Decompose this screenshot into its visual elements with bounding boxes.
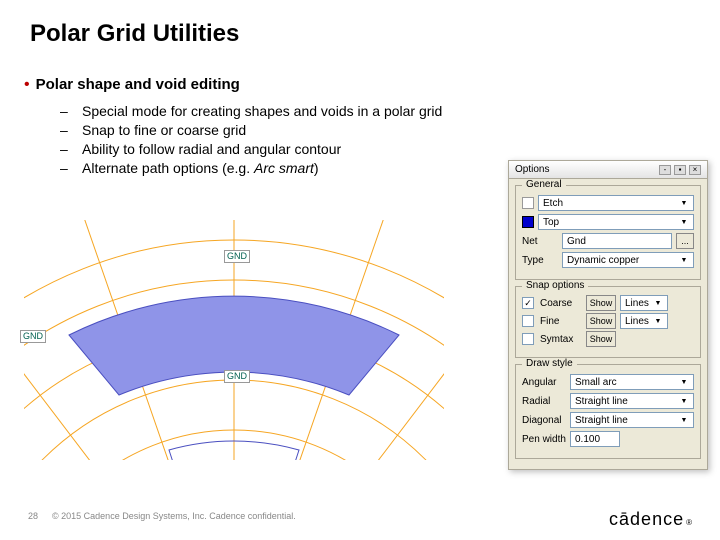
logo-word: cādence bbox=[609, 509, 684, 530]
cadence-logo: cādence® bbox=[609, 509, 692, 530]
dash-icon: – bbox=[60, 159, 72, 178]
snap-style-dropdown[interactable]: Lines▼ bbox=[620, 313, 668, 329]
snap-name: Coarse bbox=[540, 298, 582, 309]
sub-bullet-text: Ability to follow radial and angular con… bbox=[82, 140, 341, 159]
panel-title-text: Options bbox=[515, 164, 549, 175]
group-label: Snap options bbox=[522, 280, 588, 291]
slide-title: Polar Grid Utilities bbox=[30, 20, 239, 48]
angular-label: Angular bbox=[522, 377, 566, 388]
dash-icon: – bbox=[60, 121, 72, 140]
layer-swatch[interactable] bbox=[522, 197, 534, 209]
snap-name: Symtax bbox=[540, 334, 582, 345]
bullet-dot-icon: • bbox=[24, 76, 30, 94]
snap-checkbox[interactable]: ✓ bbox=[522, 297, 534, 309]
net-input[interactable]: Gnd bbox=[562, 233, 672, 249]
dash-icon: – bbox=[60, 102, 72, 121]
net-label-gnd: GND bbox=[224, 250, 250, 263]
snap-checkbox[interactable] bbox=[522, 333, 534, 345]
radial-label: Radial bbox=[522, 396, 566, 407]
group-general: General Etch▼ Top▼ Net Gnd ... Type Dyna… bbox=[515, 185, 701, 280]
pen-width-input[interactable]: 0.100 bbox=[570, 431, 620, 447]
radial-dropdown[interactable]: Straight line▼ bbox=[570, 393, 694, 409]
browse-button[interactable]: ... bbox=[676, 233, 694, 249]
panel-titlebar[interactable]: Options - ▪ × bbox=[509, 161, 707, 179]
layer1-dropdown[interactable]: Etch▼ bbox=[538, 195, 694, 211]
type-dropdown[interactable]: Dynamic copper▼ bbox=[562, 252, 694, 268]
pin-icon[interactable]: ▪ bbox=[674, 165, 686, 175]
sub-bullet: –Special mode for creating shapes and vo… bbox=[60, 102, 696, 121]
registered-icon: ® bbox=[686, 518, 692, 527]
chevron-down-icon: ▼ bbox=[653, 300, 663, 307]
bullet-primary: • Polar shape and void editing bbox=[24, 76, 696, 94]
snap-row: ✓ Coarse ShowLines▼ bbox=[522, 295, 694, 311]
net-label: Net bbox=[522, 236, 558, 247]
chevron-down-icon: ▼ bbox=[679, 398, 689, 405]
show-button[interactable]: Show bbox=[586, 295, 616, 311]
net-label-gnd: GND bbox=[20, 330, 46, 343]
sub-bullet-text: Alternate path options (e.g. Arc smart) bbox=[82, 159, 319, 178]
group-draw: Draw style AngularSmall arc▼ RadialStrai… bbox=[515, 364, 701, 459]
copyright-text: © 2015 Cadence Design Systems, Inc. Cade… bbox=[52, 511, 296, 521]
snap-style-dropdown[interactable]: Lines▼ bbox=[620, 295, 668, 311]
show-button[interactable]: Show bbox=[586, 313, 616, 329]
dash-icon: – bbox=[60, 140, 72, 159]
snap-row: Symtax Show bbox=[522, 331, 694, 347]
snap-row: Fine ShowLines▼ bbox=[522, 313, 694, 329]
sub-bullet: –Ability to follow radial and angular co… bbox=[60, 140, 696, 159]
polar-grid-diagram: GND GND GND bbox=[24, 220, 444, 460]
diagonal-dropdown[interactable]: Straight line▼ bbox=[570, 412, 694, 428]
bullet-text: Polar shape and void editing bbox=[36, 76, 240, 93]
sub-bullet-text: Special mode for creating shapes and voi… bbox=[82, 102, 442, 121]
group-label: Draw style bbox=[522, 358, 577, 369]
dock-icon[interactable]: - bbox=[659, 165, 671, 175]
chevron-down-icon: ▼ bbox=[679, 257, 689, 264]
chevron-down-icon: ▼ bbox=[679, 219, 689, 226]
chevron-down-icon: ▼ bbox=[679, 200, 689, 207]
pen-width-label: Pen width bbox=[522, 434, 566, 445]
angular-dropdown[interactable]: Small arc▼ bbox=[570, 374, 694, 390]
sub-bullet-text: Snap to fine or coarse grid bbox=[82, 121, 246, 140]
diagonal-label: Diagonal bbox=[522, 415, 566, 426]
group-label: General bbox=[522, 179, 566, 190]
net-label-gnd: GND bbox=[224, 370, 250, 383]
group-snap: Snap options ✓CoarseShowLines▼FineShowLi… bbox=[515, 286, 701, 358]
chevron-down-icon: ▼ bbox=[679, 379, 689, 386]
sub-bullet: –Snap to fine or coarse grid bbox=[60, 121, 696, 140]
show-button[interactable]: Show bbox=[586, 331, 616, 347]
options-panel: Options - ▪ × General Etch▼ Top▼ Net Gnd… bbox=[508, 160, 708, 470]
chevron-down-icon: ▼ bbox=[679, 417, 689, 424]
page-number: 28 bbox=[28, 511, 38, 521]
chevron-down-icon: ▼ bbox=[653, 318, 663, 325]
snap-checkbox[interactable] bbox=[522, 315, 534, 327]
type-label: Type bbox=[522, 255, 558, 266]
layer2-dropdown[interactable]: Top▼ bbox=[538, 214, 694, 230]
layer-swatch[interactable] bbox=[522, 216, 534, 228]
close-icon[interactable]: × bbox=[689, 165, 701, 175]
snap-name: Fine bbox=[540, 316, 582, 327]
